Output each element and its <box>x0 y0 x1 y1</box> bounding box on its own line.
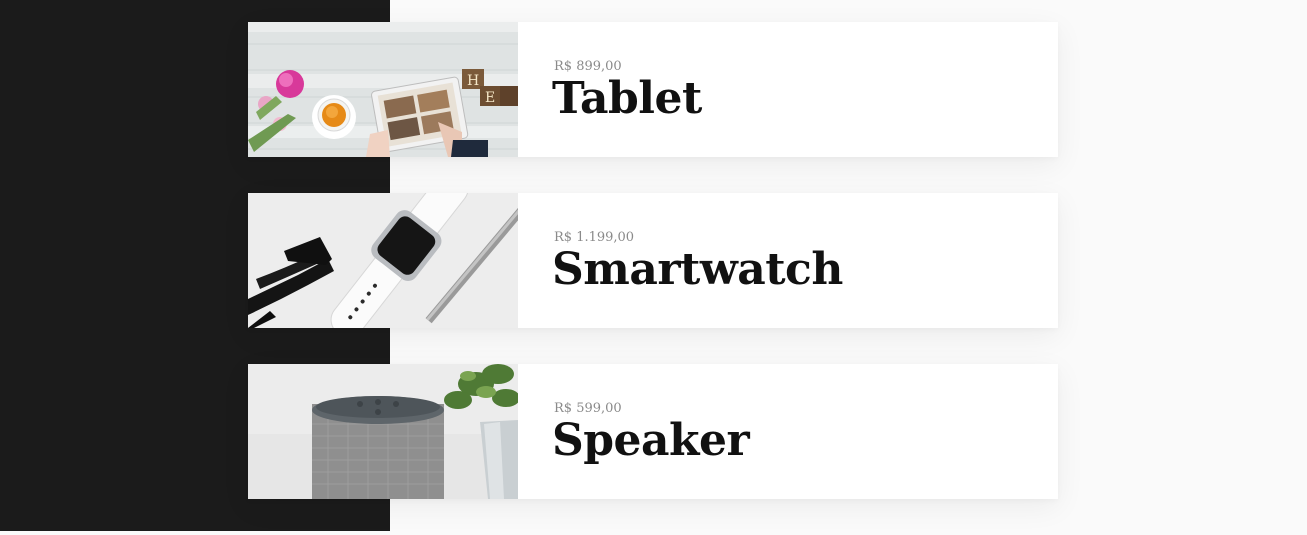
product-card-tablet[interactable]: H E R$ 899,00 Tablet <box>248 22 1058 157</box>
product-card-speaker[interactable]: R$ 599,00 Speaker <box>248 364 1058 499</box>
product-name[interactable]: Smartwatch <box>552 248 1058 292</box>
speaker-photo <box>248 364 518 499</box>
smartwatch-photo <box>248 193 518 328</box>
svg-text:E: E <box>485 90 495 106</box>
tablet-photo: H E <box>248 22 518 157</box>
product-name[interactable]: Speaker <box>552 419 1058 463</box>
product-list: H E R$ 899,00 Tablet R$ 1.199,00 Smartwa… <box>248 22 1058 535</box>
product-info-tablet: R$ 899,00 Tablet <box>518 22 1058 157</box>
product-card-smartwatch[interactable]: R$ 1.199,00 Smartwatch <box>248 193 1058 328</box>
product-name[interactable]: Tablet <box>552 77 1058 121</box>
product-info-speaker: R$ 599,00 Speaker <box>518 364 1058 499</box>
product-info-smartwatch: R$ 1.199,00 Smartwatch <box>518 193 1058 328</box>
svg-text:H: H <box>467 73 479 89</box>
